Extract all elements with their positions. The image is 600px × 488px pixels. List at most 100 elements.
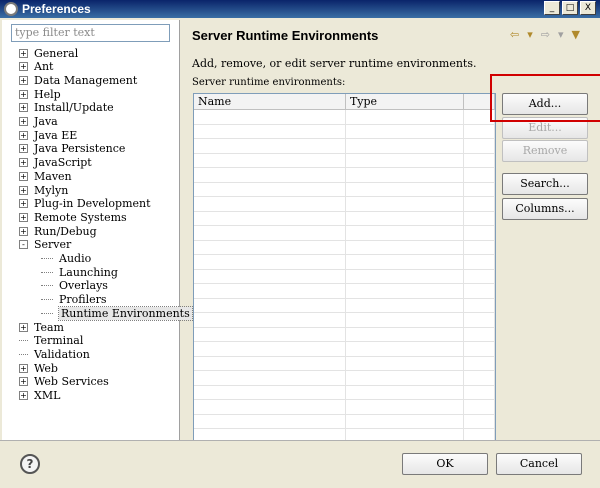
search-button[interactable]: Search... — [502, 173, 588, 195]
expand-icon[interactable]: + — [19, 226, 28, 236]
tree-item-install-update[interactable]: + Install/Update — [19, 101, 114, 115]
view-menu-icon[interactable]: ▼ — [572, 28, 580, 41]
table-row[interactable] — [194, 385, 495, 400]
expand-icon[interactable]: + — [19, 117, 28, 126]
tree-item-label: Validation — [34, 347, 90, 361]
expand-icon[interactable]: + — [19, 158, 28, 168]
forward-menu-icon[interactable]: ▾ — [558, 28, 564, 41]
table-row[interactable] — [194, 153, 495, 168]
tree-item-profilers[interactable]: Profilers — [41, 293, 107, 307]
tree-item-overlays[interactable]: Overlays — [41, 279, 108, 293]
tree-item-xml[interactable]: + XML — [19, 389, 60, 403]
tree-item-remote-systems[interactable]: + Remote Systems — [19, 210, 127, 224]
table-row[interactable] — [194, 356, 495, 371]
tree-item-label: Server — [34, 238, 72, 252]
minimize-button[interactable]: _ — [544, 1, 560, 15]
tree-item-validation[interactable]: Validation — [19, 347, 90, 361]
expand-icon[interactable]: + — [19, 144, 28, 154]
table-row[interactable] — [194, 211, 495, 226]
table-cell — [194, 313, 346, 327]
table-row[interactable] — [194, 182, 495, 197]
filter-input[interactable]: type filter text — [11, 24, 170, 42]
tree-item-help[interactable]: + Help — [19, 87, 61, 101]
tree-item-java[interactable]: + Java — [19, 115, 58, 129]
preferences-tree-pane: type filter text + General + Ant + Data Manag… — [2, 20, 193, 440]
tree-item-launching[interactable]: Launching — [41, 265, 118, 279]
tree-item-maven[interactable]: + Maven — [19, 169, 72, 183]
table-row[interactable] — [194, 298, 495, 313]
tree-item-ant[interactable]: + Ant — [19, 60, 53, 74]
tree-item-server[interactable]: - Server — [19, 238, 71, 252]
table-row[interactable] — [194, 327, 495, 342]
table-cell — [346, 342, 465, 356]
table-row[interactable] — [194, 284, 495, 299]
table-row[interactable] — [194, 226, 495, 241]
table-row[interactable] — [194, 110, 495, 125]
table-row[interactable] — [194, 168, 495, 183]
expand-icon[interactable]: + — [19, 89, 28, 99]
table-row[interactable] — [194, 197, 495, 212]
table-row[interactable] — [194, 269, 495, 284]
expand-icon[interactable]: + — [19, 171, 28, 181]
back-arrow-icon[interactable]: ⇦ — [510, 28, 519, 41]
collapse-icon[interactable]: - — [19, 240, 28, 250]
expand-icon[interactable]: + — [19, 75, 28, 85]
tree-item-terminal[interactable]: Terminal — [19, 334, 83, 348]
columns-button[interactable]: Columns... — [502, 198, 588, 220]
table-cell — [464, 342, 495, 356]
tree-item-javascript[interactable]: + JavaScript — [19, 156, 92, 170]
expand-icon[interactable]: + — [19, 130, 28, 140]
expand-icon[interactable]: + — [19, 322, 28, 332]
expand-icon[interactable]: + — [19, 199, 28, 209]
table-cell — [464, 313, 495, 327]
runtime-environments-table[interactable]: Name Type — [193, 93, 496, 441]
tree-item-plug-in-development[interactable]: + Plug-in Development — [19, 197, 151, 211]
column-header-name[interactable]: Name — [194, 94, 346, 110]
ok-button[interactable]: OK — [402, 453, 488, 475]
tree-item-java-persistence[interactable]: + Java Persistence — [19, 142, 125, 156]
back-menu-icon[interactable]: ▾ — [527, 28, 533, 41]
table-row[interactable] — [194, 342, 495, 357]
table-cell — [346, 284, 465, 298]
expand-icon[interactable]: + — [19, 377, 28, 387]
tree-item-web[interactable]: + Web — [19, 361, 58, 375]
table-row[interactable] — [194, 240, 495, 255]
expand-icon[interactable]: + — [19, 212, 28, 222]
tree-item-team[interactable]: + Team — [19, 320, 64, 334]
table-row[interactable] — [194, 139, 495, 154]
expand-icon[interactable]: + — [19, 48, 28, 58]
table-row[interactable] — [194, 371, 495, 386]
tree-item-mylyn[interactable]: + Mylyn — [19, 183, 68, 197]
tree-item-label: Overlays — [59, 279, 108, 293]
tree-item-audio[interactable]: Audio — [41, 252, 91, 266]
tree-item-java-ee[interactable]: + Java EE — [19, 128, 77, 142]
maximize-button[interactable]: □ — [562, 1, 578, 15]
table-row[interactable] — [194, 255, 495, 270]
table-row[interactable] — [194, 400, 495, 415]
expand-icon[interactable]: + — [19, 185, 28, 195]
table-cell — [464, 226, 495, 240]
cancel-button[interactable]: Cancel — [496, 453, 582, 475]
tree-item-run-debug[interactable]: + Run/Debug — [19, 224, 97, 238]
table-row[interactable] — [194, 124, 495, 139]
close-button[interactable]: X — [580, 1, 596, 15]
expand-icon[interactable]: + — [19, 62, 28, 72]
tree-connector — [41, 285, 53, 287]
tree-item-data-management[interactable]: + Data Management — [19, 73, 137, 87]
forward-arrow-icon[interactable]: ⇨ — [541, 28, 550, 41]
table-row[interactable] — [194, 414, 495, 429]
help-icon[interactable]: ? — [20, 454, 40, 474]
expand-icon[interactable]: + — [19, 103, 28, 113]
expand-icon[interactable]: + — [19, 391, 28, 400]
remove-button[interactable]: Remove — [502, 140, 588, 162]
tree-item-general[interactable]: + General — [19, 46, 78, 60]
table-cell — [464, 414, 495, 428]
window-titlebar: Preferences _ □ X — [0, 0, 600, 18]
tree-item-web-services[interactable]: + Web Services — [19, 375, 109, 389]
table-row[interactable] — [194, 313, 495, 328]
table-cell — [464, 400, 495, 414]
expand-icon[interactable]: + — [19, 363, 28, 373]
tree-item-runtime-environments[interactable]: Runtime Environments — [41, 305, 193, 321]
table-rows — [194, 110, 495, 440]
column-header-type[interactable]: Type — [346, 94, 465, 110]
